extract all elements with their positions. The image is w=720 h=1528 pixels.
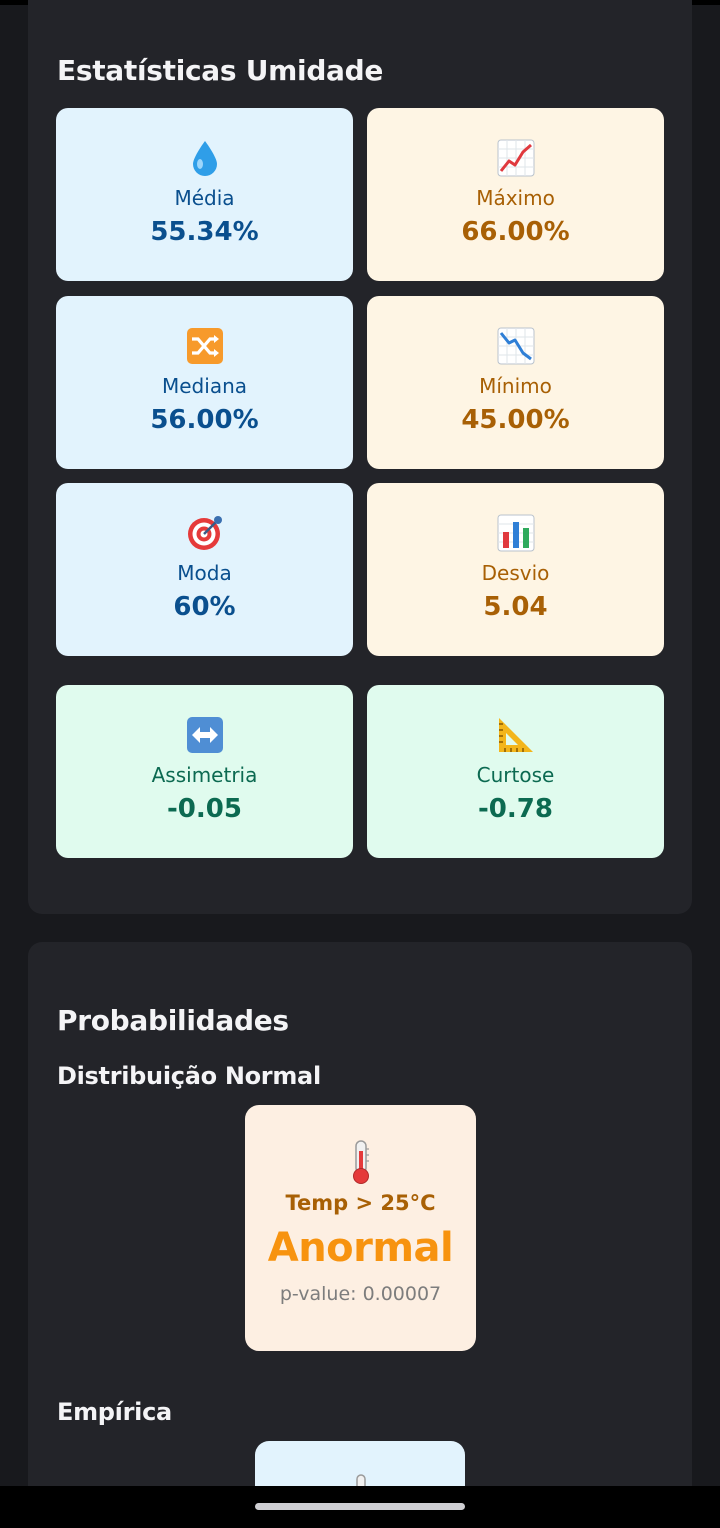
empirical-subtitle: Empírica [57,1398,172,1426]
chart-increasing-icon [497,138,535,178]
probability-condition: Temp > 25°C [285,1191,436,1215]
probability-result: Anormal [267,1225,454,1271]
app-screen: Estatísticas Umidade Média 55.34% Máximo… [0,0,720,1528]
stat-label: Assimetria [151,763,258,787]
probabilities-panel: Probabilidades Distribuição Normal Temp … [28,942,692,1528]
stat-label: Mínimo [479,374,552,398]
system-navigation-bar [0,1486,720,1528]
prob-section-title: Probabilidades [57,1004,289,1037]
humidity-stats-panel: Estatísticas Umidade Média 55.34% Máximo… [28,0,692,914]
stat-card-assimetria: Assimetria -0.05 [56,685,353,858]
target-icon [186,513,224,553]
stat-label: Média [174,186,235,210]
stat-card-mediana: Mediana 56.00% [56,296,353,469]
stat-value: 5.04 [483,592,548,622]
bar-chart-icon [497,513,535,553]
stat-value: 55.34% [150,217,259,247]
triangular-ruler-icon [497,715,535,755]
chart-decreasing-icon [497,326,535,366]
stat-value: 56.00% [150,405,259,435]
stat-label: Máximo [476,186,555,210]
stat-card-maximo: Máximo 66.00% [367,108,664,281]
stat-card-desvio: Desvio 5.04 [367,483,664,656]
stat-label: Curtose [476,763,555,787]
stat-label: Desvio [481,561,550,585]
stat-card-minimo: Mínimo 45.00% [367,296,664,469]
droplet-icon [190,138,220,178]
stat-value: 60% [173,592,236,622]
normal-distribution-card: Temp > 25°C Anormal p-value: 0.00007 [245,1105,476,1351]
stat-label: Mediana [162,374,247,398]
p-value: p-value: 0.00007 [279,1283,442,1305]
stat-label: Moda [177,561,232,585]
stat-card-moda: Moda 60% [56,483,353,656]
stat-value: -0.78 [478,794,553,824]
stat-card-curtose: Curtose -0.78 [367,685,664,858]
stat-value: 66.00% [461,217,570,247]
stats-section-title: Estatísticas Umidade [57,54,384,87]
stat-card-media: Média 55.34% [56,108,353,281]
left-right-arrow-icon [186,715,224,755]
home-gesture-handle[interactable] [255,1503,465,1510]
thermometer-icon [349,1139,373,1185]
stat-value: 45.00% [461,405,570,435]
normal-distribution-subtitle: Distribuição Normal [57,1062,321,1090]
shuffle-icon [186,326,224,366]
stat-value: -0.05 [167,794,242,824]
